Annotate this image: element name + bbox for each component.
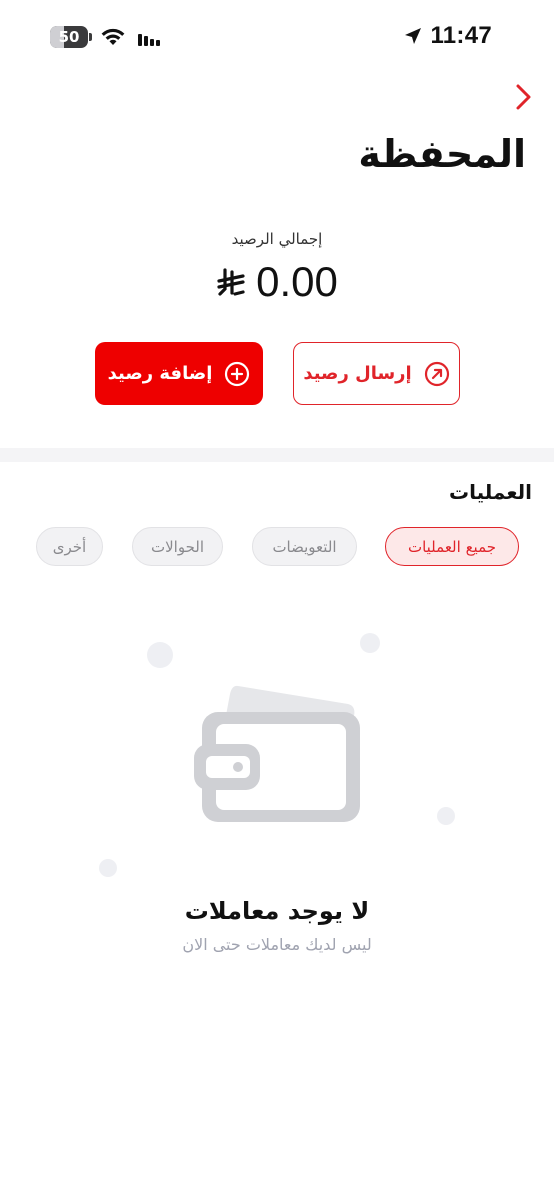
filter-chip-compensations[interactable]: التعويضات — [252, 527, 357, 566]
empty-state-title: لا يوجد معاملات — [184, 897, 370, 925]
filter-chip-transfers[interactable]: الحوالات — [132, 527, 223, 566]
filter-chip-label: الحوالات — [151, 537, 205, 556]
battery-level: 50 — [58, 28, 80, 46]
saudi-riyal-icon — [217, 268, 245, 296]
add-balance-button[interactable]: إضافة رصيد — [95, 342, 263, 405]
status-time: 11:47 — [430, 22, 492, 49]
status-time-group: 11:47 — [404, 22, 492, 50]
filter-chip-label: التعويضات — [272, 537, 337, 556]
back-button[interactable] — [508, 82, 538, 112]
page-title: المحفظة — [358, 132, 526, 176]
wifi-icon — [101, 28, 125, 45]
transaction-filters: جميع العمليات التعويضات الحوالات أخرى — [0, 527, 554, 567]
status-bar: 50 11:47 — [0, 0, 554, 76]
battery-icon: 50 — [50, 26, 92, 48]
send-balance-button[interactable]: إرسال رصيد — [293, 342, 460, 405]
status-indicators: 50 — [50, 26, 162, 48]
location-arrow-icon — [405, 28, 422, 44]
empty-state-subtitle: ليس لديك معاملات حتى الان — [182, 935, 372, 954]
filter-chip-label: جميع العمليات — [407, 537, 497, 556]
transactions-title: العمليات — [449, 480, 532, 504]
send-balance-label: إرسال رصيد — [303, 363, 412, 384]
filter-chip-other[interactable]: أخرى — [36, 527, 103, 566]
signal-icon — [138, 34, 160, 46]
section-divider — [0, 448, 554, 462]
balance-amount: 0.00 — [256, 258, 338, 305]
add-balance-label: إضافة رصيد — [107, 363, 213, 384]
wallet-icon — [99, 633, 455, 877]
balance-display: 0.00 — [0, 258, 554, 306]
filter-chip-all[interactable]: جميع العمليات — [385, 527, 519, 566]
filter-chip-label: أخرى — [52, 537, 87, 556]
arrow-up-right-circle-icon — [424, 361, 449, 386]
plus-circle-icon — [225, 361, 250, 386]
balance-label: إجمالي الرصيد — [231, 230, 323, 248]
chevron-right-icon — [516, 84, 531, 110]
